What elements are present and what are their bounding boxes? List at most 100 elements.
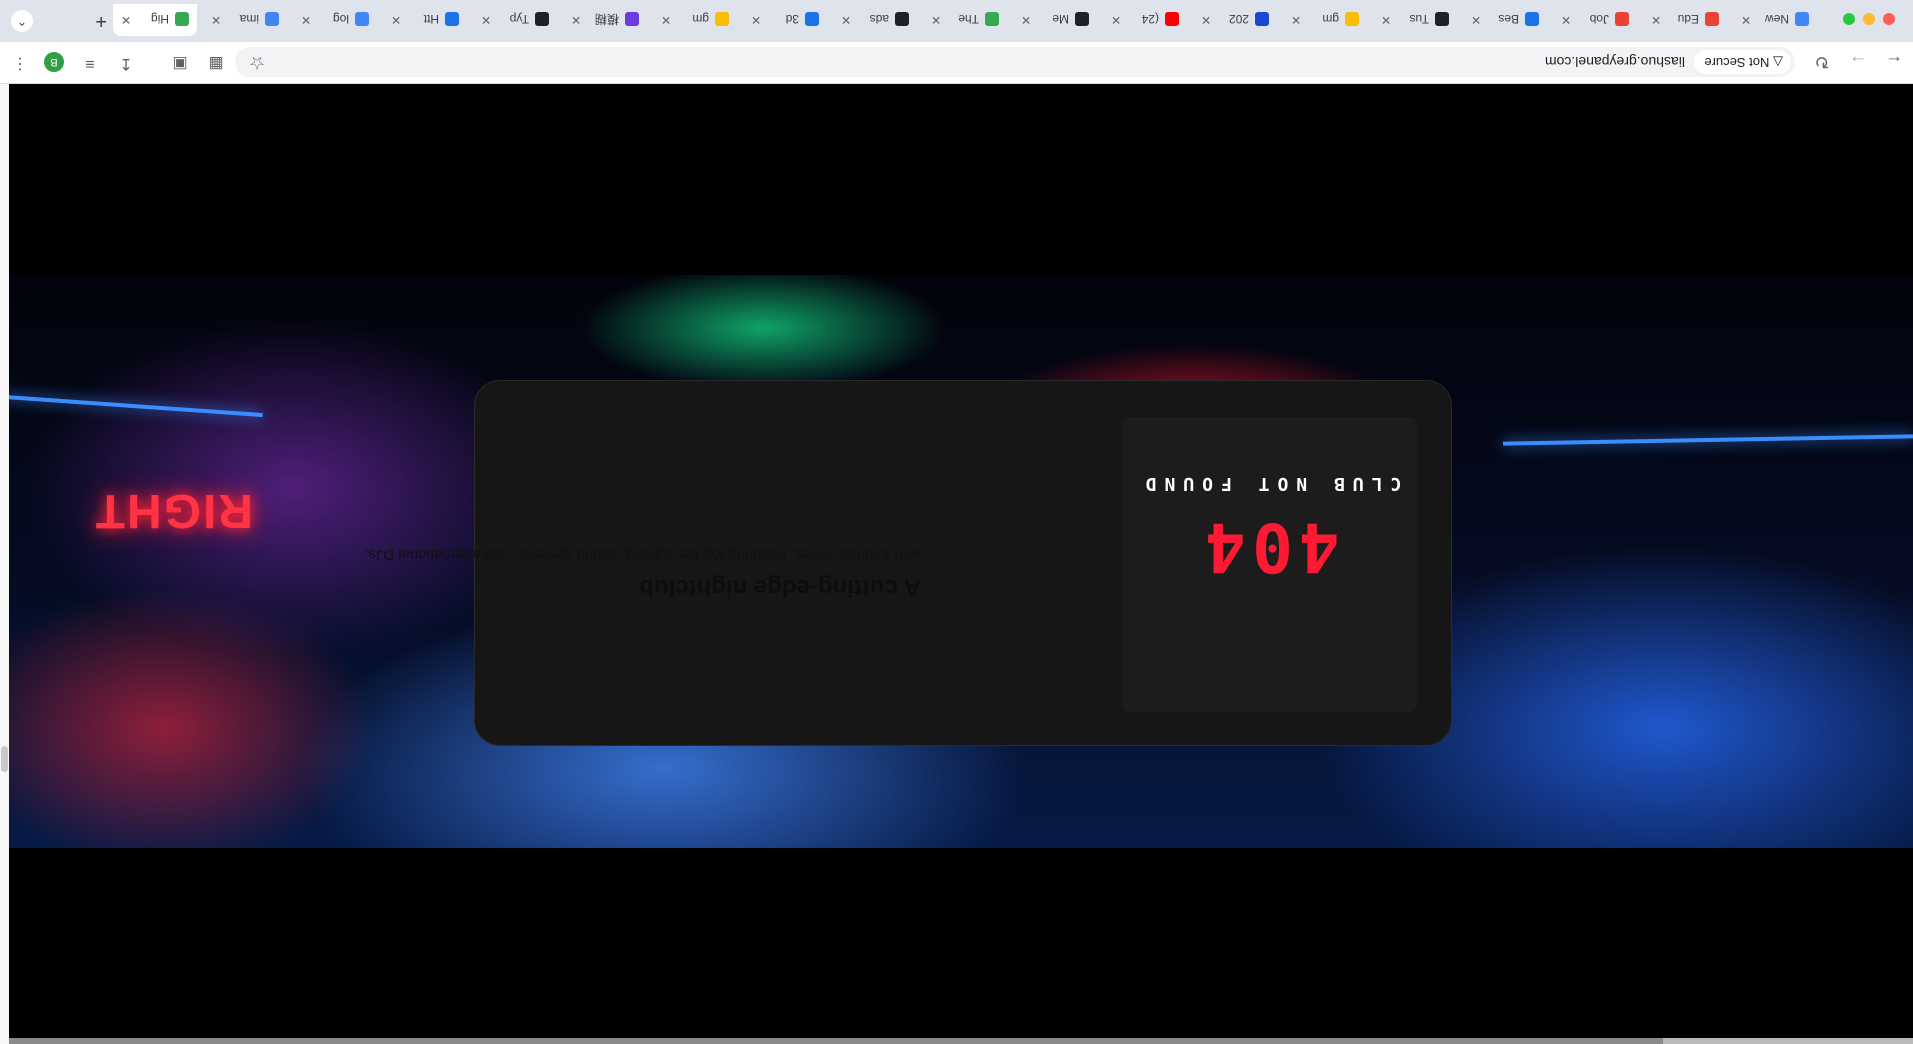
tab-title: Hig (150, 12, 169, 27)
security-chip[interactable]: △ Not Secure (1694, 50, 1791, 74)
page-top-strip (0, 1038, 1913, 1044)
tab-close-icon[interactable]: ✕ (571, 4, 581, 36)
diamond-icon (445, 12, 459, 27)
tab-close-icon[interactable]: ✕ (301, 4, 311, 36)
card-text-block: A cutting-edge nightclub with futuristic… (364, 379, 921, 745)
tab-close-icon[interactable]: ✕ (751, 4, 761, 36)
bookmark-star-icon[interactable]: ☆ (249, 52, 265, 73)
back-button[interactable]: ← (1883, 51, 1905, 73)
tab-strip: New ✕ Edu ✕ Job ✕ Bes ✕ Tus ✕ gm ✕ 202 ✕ (24 ✕ Me ✕ The ✕ ad… (0, 0, 1913, 42)
tab-close-icon[interactable]: ✕ (1381, 4, 1391, 36)
url-text[interactable]: liashuo.greypanel.com (1545, 47, 1685, 77)
tab-close-icon[interactable]: ✕ (1651, 4, 1661, 36)
doc-icon (1255, 12, 1269, 27)
omnibox[interactable]: △ Not Secure liashuo.greypanel.com ☆ (235, 47, 1795, 77)
window-maximize-button[interactable] (1843, 13, 1855, 25)
tab-close-icon[interactable]: ✕ (391, 4, 401, 36)
tab-title: Job (1589, 12, 1609, 27)
google-icon (355, 12, 369, 27)
rotated-screen: RIGHT 404 CLUB NOT FOUND A cutting-edge … (0, 0, 1913, 1044)
tab-title: Tus (1409, 12, 1429, 27)
tab-close-icon[interactable]: ✕ (121, 4, 131, 36)
kebab-menu-icon[interactable]: ⋮ (9, 52, 31, 74)
tab-close-icon[interactable]: ✕ (1111, 4, 1121, 36)
smile-icon (1345, 12, 1359, 27)
tab[interactable]: Hig ✕ (113, 4, 197, 36)
tab-close-icon[interactable]: ✕ (481, 4, 491, 36)
tab-close-icon[interactable]: ✕ (661, 4, 671, 36)
window-minimize-button[interactable] (1863, 13, 1875, 25)
new-tab-button[interactable]: + (95, 9, 107, 32)
tab[interactable]: ads ✕ (833, 4, 917, 36)
logo-404-text: 404 (1199, 507, 1340, 586)
window-close-button[interactable] (1883, 13, 1895, 25)
logo-subtitle: CLUB NOT FOUND (1137, 473, 1402, 494)
dark-icon (1435, 12, 1449, 27)
tab-close-icon[interactable]: ✕ (211, 4, 221, 36)
tab[interactable]: New ✕ (1733, 4, 1817, 36)
tab-close-icon[interactable]: ✕ (1021, 4, 1031, 36)
tab-close-icon[interactable]: ✕ (1471, 4, 1481, 36)
tab-title: ads (869, 12, 889, 27)
club-title: A cutting-edge nightclub (639, 574, 921, 601)
edu-icon (1705, 12, 1719, 27)
tab-title: Bes (1498, 12, 1519, 27)
globe-icon (805, 12, 819, 27)
reload-button[interactable]: ↻ (1811, 51, 1833, 73)
tab[interactable]: ima ✕ (203, 4, 287, 36)
tab-close-icon[interactable]: ✕ (931, 4, 941, 36)
neon-line-right (3, 394, 263, 418)
tab[interactable]: Job ✕ (1553, 4, 1637, 36)
tab[interactable]: Me ✕ (1013, 4, 1097, 36)
tab-title: Edu (1677, 12, 1699, 27)
vertical-scrollbar[interactable] (0, 84, 9, 1044)
tab[interactable]: 202 ✕ (1193, 4, 1277, 36)
tab[interactable]: log ✕ (293, 4, 377, 36)
top-strip-thumb (1663, 1038, 1913, 1044)
youtube-icon (1165, 12, 1179, 27)
avatar[interactable]: B (44, 52, 64, 72)
tab-title: gm (692, 12, 709, 27)
chevron-up-icon[interactable]: ⌃ (11, 10, 33, 32)
tab[interactable]: Tus ✕ (1373, 4, 1457, 36)
tab[interactable]: (24 ✕ (1103, 4, 1187, 36)
google-icon (265, 12, 279, 27)
extensions-icon[interactable]: ▣ (169, 52, 191, 74)
dark-icon (1075, 12, 1089, 27)
tab[interactable]: gm ✕ (653, 4, 737, 36)
tab[interactable]: 模糊 ✕ (563, 4, 647, 36)
reading-list-icon[interactable]: ≡ (79, 52, 101, 74)
tab-title: ima (239, 12, 259, 27)
tab[interactable]: The ✕ (923, 4, 1007, 36)
qr-code-icon[interactable]: ▦ (205, 52, 227, 74)
neon-sign: RIGHT (93, 484, 253, 537)
tab[interactable]: 3d ✕ (743, 4, 827, 36)
tab-title: 3d (785, 12, 799, 27)
job-icon (1615, 12, 1629, 27)
tab[interactable]: gm ✕ (1283, 4, 1367, 36)
tab-title: log (332, 12, 349, 27)
tab[interactable]: Bes ✕ (1463, 4, 1547, 36)
tab[interactable]: Typ ✕ (473, 4, 557, 36)
tab-title: The (958, 12, 979, 27)
smile-icon (715, 12, 729, 27)
tab-title: 模糊 (595, 12, 619, 27)
security-label: Not Secure (1704, 55, 1770, 70)
chart-icon (1525, 12, 1539, 27)
scroll-thumb[interactable] (1, 746, 8, 772)
forward-button[interactable]: → (1847, 51, 1869, 73)
tab[interactable]: Edu ✕ (1643, 4, 1727, 36)
globe-icon (1795, 12, 1809, 27)
drive-icon (985, 12, 999, 27)
tab-close-icon[interactable]: ✕ (1201, 4, 1211, 36)
gear-icon (535, 12, 549, 27)
tab[interactable]: Htt ✕ (383, 4, 467, 36)
tab-close-icon[interactable]: ✕ (1561, 4, 1571, 36)
share-icon[interactable]: ↥ (115, 52, 137, 74)
tab-title: 202 (1228, 12, 1249, 27)
spiral-icon (625, 12, 639, 27)
tab-close-icon[interactable]: ✕ (841, 4, 851, 36)
browser-viewport: RIGHT 404 CLUB NOT FOUND A cutting-edge … (0, 0, 1913, 1044)
tab-close-icon[interactable]: ✕ (1741, 4, 1751, 36)
tab-close-icon[interactable]: ✕ (1291, 4, 1301, 36)
